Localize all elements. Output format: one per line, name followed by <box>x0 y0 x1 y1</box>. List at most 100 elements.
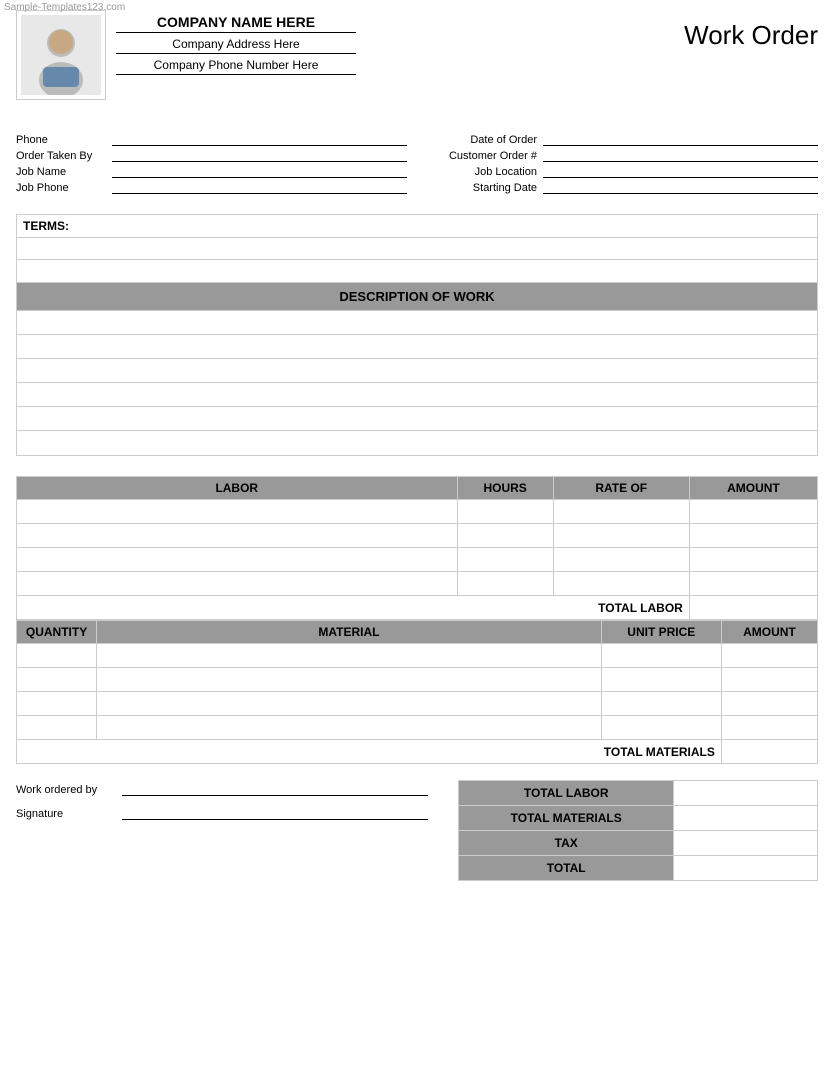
summary-section: Work ordered by Signature TOTAL LABOR TO… <box>16 780 818 881</box>
terms-row-label: TERMS: <box>17 215 817 238</box>
starting-date-label: Starting Date <box>427 182 537 194</box>
work-ordered-label: Work ordered by <box>16 784 116 796</box>
mat-qty-2[interactable] <box>17 668 97 692</box>
hours-col-header: HOURS <box>457 477 553 500</box>
phone-label: Phone <box>16 134 106 146</box>
phone-input[interactable] <box>112 130 407 146</box>
field-date-order: Date of Order <box>427 130 818 146</box>
labor-row-3 <box>17 548 818 572</box>
terms-row-2[interactable] <box>17 260 817 282</box>
terms-section: TERMS: <box>16 214 818 283</box>
mat-desc-2[interactable] <box>97 668 602 692</box>
mat-desc-1[interactable] <box>97 644 602 668</box>
labor-amount-col-header: AMOUNT <box>689 477 817 500</box>
order-taken-input[interactable] <box>112 146 407 162</box>
date-order-input[interactable] <box>543 130 818 146</box>
date-order-label: Date of Order <box>427 134 537 146</box>
mat-amount-3[interactable] <box>721 692 817 716</box>
mat-price-2[interactable] <box>601 668 721 692</box>
company-info: COMPANY NAME HERE Company Address Here C… <box>116 10 356 79</box>
labor-col-header: LABOR <box>17 477 458 500</box>
work-ordered-input[interactable] <box>122 780 428 796</box>
labor-rate-4[interactable] <box>553 572 689 596</box>
mat-desc-4[interactable] <box>97 716 602 740</box>
mat-desc-3[interactable] <box>97 692 602 716</box>
field-customer-order: Customer Order # <box>427 146 818 162</box>
header-left: COMPANY NAME HERE Company Address Here C… <box>16 10 356 100</box>
material-row-1 <box>17 644 818 668</box>
mat-amount-4[interactable] <box>721 716 817 740</box>
field-job-location: Job Location <box>427 162 818 178</box>
job-name-input[interactable] <box>112 162 407 178</box>
total-labor-value[interactable] <box>689 596 817 620</box>
signature-label: Signature <box>16 808 116 820</box>
field-starting-date: Starting Date <box>427 178 818 194</box>
form-right: Date of Order Customer Order # Job Locat… <box>427 130 818 194</box>
labor-amount-3[interactable] <box>689 548 817 572</box>
job-phone-input[interactable] <box>112 178 407 194</box>
mat-amount-col-header: AMOUNT <box>721 621 817 644</box>
mat-qty-1[interactable] <box>17 644 97 668</box>
labor-rate-1[interactable] <box>553 500 689 524</box>
terms-label: TERMS: <box>23 219 69 233</box>
company-address: Company Address Here <box>116 37 356 54</box>
labor-hours-4[interactable] <box>457 572 553 596</box>
material-col-header: MATERIAL <box>97 621 602 644</box>
field-phone: Phone <box>16 130 407 146</box>
page: Sample-Templates123.com COMPANY N <box>0 0 834 1082</box>
header: COMPANY NAME HERE Company Address Here C… <box>16 10 818 100</box>
material-row-3 <box>17 692 818 716</box>
material-row-4 <box>17 716 818 740</box>
terms-row-1[interactable] <box>17 238 817 260</box>
rate-col-header: RATE OF <box>553 477 689 500</box>
desc-row-6[interactable] <box>17 431 817 455</box>
mat-amount-2[interactable] <box>721 668 817 692</box>
labor-desc-3[interactable] <box>17 548 458 572</box>
labor-hours-1[interactable] <box>457 500 553 524</box>
customer-order-input[interactable] <box>543 146 818 162</box>
mat-price-3[interactable] <box>601 692 721 716</box>
labor-desc-4[interactable] <box>17 572 458 596</box>
labor-amount-4[interactable] <box>689 572 817 596</box>
work-order-title: Work Order <box>684 10 818 51</box>
labor-rate-2[interactable] <box>553 524 689 548</box>
labor-desc-2[interactable] <box>17 524 458 548</box>
summary-tax-value[interactable] <box>674 831 818 856</box>
labor-table: LABOR HOURS RATE OF AMOUNT <box>16 476 818 620</box>
mat-price-1[interactable] <box>601 644 721 668</box>
starting-date-input[interactable] <box>543 178 818 194</box>
desc-row-4[interactable] <box>17 383 817 407</box>
labor-hours-3[interactable] <box>457 548 553 572</box>
job-location-label: Job Location <box>427 166 537 178</box>
summary-total-materials-value[interactable] <box>674 806 818 831</box>
total-materials-row: TOTAL MATERIALS <box>17 740 818 764</box>
mat-price-4[interactable] <box>601 716 721 740</box>
job-location-input[interactable] <box>543 162 818 178</box>
labor-amount-1[interactable] <box>689 500 817 524</box>
order-taken-label: Order Taken By <box>16 150 106 162</box>
company-logo <box>16 10 106 100</box>
labor-hours-2[interactable] <box>457 524 553 548</box>
mat-amount-1[interactable] <box>721 644 817 668</box>
desc-row-3[interactable] <box>17 359 817 383</box>
mat-qty-4[interactable] <box>17 716 97 740</box>
field-order-taken: Order Taken By <box>16 146 407 162</box>
summary-total-labor-label: TOTAL LABOR <box>459 781 674 806</box>
signature-input[interactable] <box>122 804 428 820</box>
desc-row-2[interactable] <box>17 335 817 359</box>
summary-total-labor-value[interactable] <box>674 781 818 806</box>
labor-amount-2[interactable] <box>689 524 817 548</box>
watermark: Sample-Templates123.com <box>0 0 129 15</box>
desc-row-5[interactable] <box>17 407 817 431</box>
totals-table: TOTAL LABOR TOTAL MATERIALS TAX TOTAL <box>458 780 818 881</box>
summary-tax-row: TAX <box>459 831 818 856</box>
labor-rate-3[interactable] <box>553 548 689 572</box>
total-materials-value[interactable] <box>721 740 817 764</box>
labor-desc-1[interactable] <box>17 500 458 524</box>
mat-qty-3[interactable] <box>17 692 97 716</box>
summary-total-value[interactable] <box>674 856 818 881</box>
desc-row-1[interactable] <box>17 311 817 335</box>
field-job-name: Job Name <box>16 162 407 178</box>
total-labor-label: TOTAL LABOR <box>17 596 690 620</box>
summary-total-row: TOTAL <box>459 856 818 881</box>
